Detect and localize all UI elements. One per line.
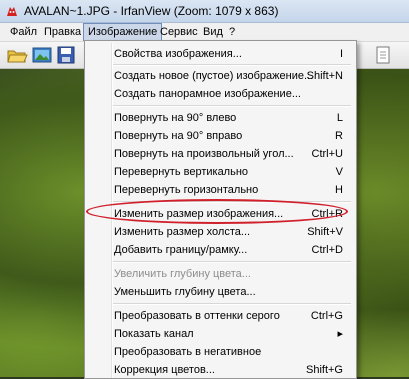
menu-item-flip-horizontal[interactable]: Перевернуть горизонтально H [87,181,353,199]
menu-edit[interactable]: Правка [40,23,85,41]
irfanview-red-cat-icon [7,7,17,16]
menu-item-shortcut: R [335,130,343,142]
menu-item-label: Создать новое (пустое) изображение... [114,70,314,82]
menu-item-rotate-custom[interactable]: Повернуть на произвольный угол... Ctrl+U [87,145,353,163]
title-bar: AVALAN~1.JPG - IrfanView (Zoom: 1079 x 8… [0,0,409,23]
menu-item-label: Создать панорамное изображение... [114,88,301,100]
menu-item-label: Свойства изображения... [114,48,242,60]
menu-item-decrease-color-depth[interactable]: Уменьшить глубину цвета... [87,283,353,301]
window-title: AVALAN~1.JPG - IrfanView (Zoom: 1079 x 8… [24,4,279,18]
menu-item-shortcut: I [339,48,343,60]
slideshow-icon[interactable] [31,45,53,65]
menu-item-color-correction[interactable]: Коррекция цветов... Shift+G [87,361,353,379]
menu-item-flip-vertical[interactable]: Перевернуть вертикально V [87,163,353,181]
menu-view[interactable]: Вид [199,23,227,41]
menu-item-label: Коррекция цветов... [114,364,215,376]
menu-separator [113,64,351,66]
menu-item-convert-grayscale[interactable]: Преобразовать в оттенки серого Ctrl+G [87,307,353,325]
menu-help[interactable]: ? [225,23,239,41]
menu-item-resize-canvas[interactable]: Изменить размер холста... Shift+V [87,223,353,241]
menu-item-shortcut: Shift+V [307,226,343,238]
menu-item-label: Повернуть на произвольный угол... [114,148,294,160]
menu-image[interactable]: Изображение [83,23,163,41]
save-icon[interactable] [55,45,77,65]
menu-item-rotate-left[interactable]: Повернуть на 90° влево L [87,109,353,127]
menu-item-label: Увеличить глубину цвета... [114,268,251,280]
menu-item-shortcut: Shift+N [306,70,343,82]
menu-item-convert-negative[interactable]: Преобразовать в негативное [87,343,353,361]
menu-item-shortcut: V [335,166,343,178]
menu-item-label: Перевернуть вертикально [114,166,249,178]
menu-item-label: Показать канал [114,328,194,340]
menu-item-shortcut: Ctrl+D [311,244,343,256]
menu-item-label: Преобразовать в негативное [114,346,262,358]
menu-item-shortcut: Shift+G [306,364,343,376]
menu-item-label: Перевернуть горизонтально [114,184,259,196]
highlight-ellipse [86,199,348,224]
menu-file[interactable]: Файл [6,23,41,41]
submenu-arrow-icon: ▸ [337,328,343,340]
menu-item-create-new-image[interactable]: Создать новое (пустое) изображение... Sh… [87,67,353,85]
menu-item-label: Изменить размер холста... [114,226,251,238]
menu-item-label: Повернуть на 90° вправо [114,130,243,142]
menu-item-create-panorama[interactable]: Создать панорамное изображение... [87,85,353,103]
menu-item-label: Преобразовать в оттенки серого [114,310,280,322]
menu-item-image-properties[interactable]: Свойства изображения... I [87,45,353,63]
open-folder-icon[interactable] [6,45,28,65]
menu-separator [113,261,351,263]
menu-item-shortcut: Ctrl+G [310,310,343,322]
menu-item-increase-color-depth: Увеличить глубину цвета... [87,265,353,283]
menu-item-show-channel[interactable]: Показать канал ▸ [87,325,353,343]
menu-item-label: Повернуть на 90° влево [114,112,237,124]
menu-item-shortcut: L [336,112,343,124]
menu-item-rotate-right[interactable]: Повернуть на 90° вправо R [87,127,353,145]
menu-item-label: Уменьшить глубину цвета... [114,286,256,298]
menu-item-shortcut: H [335,184,343,196]
menu-item-label: Добавить границу/рамку... [114,244,248,256]
menu-separator [113,105,351,107]
menu-separator [113,303,351,305]
menu-item-add-border[interactable]: Добавить границу/рамку... Ctrl+D [87,241,353,259]
menu-tools[interactable]: Сервис [156,23,202,41]
menu-item-shortcut: Ctrl+U [311,148,343,160]
page-icon[interactable] [372,45,394,65]
